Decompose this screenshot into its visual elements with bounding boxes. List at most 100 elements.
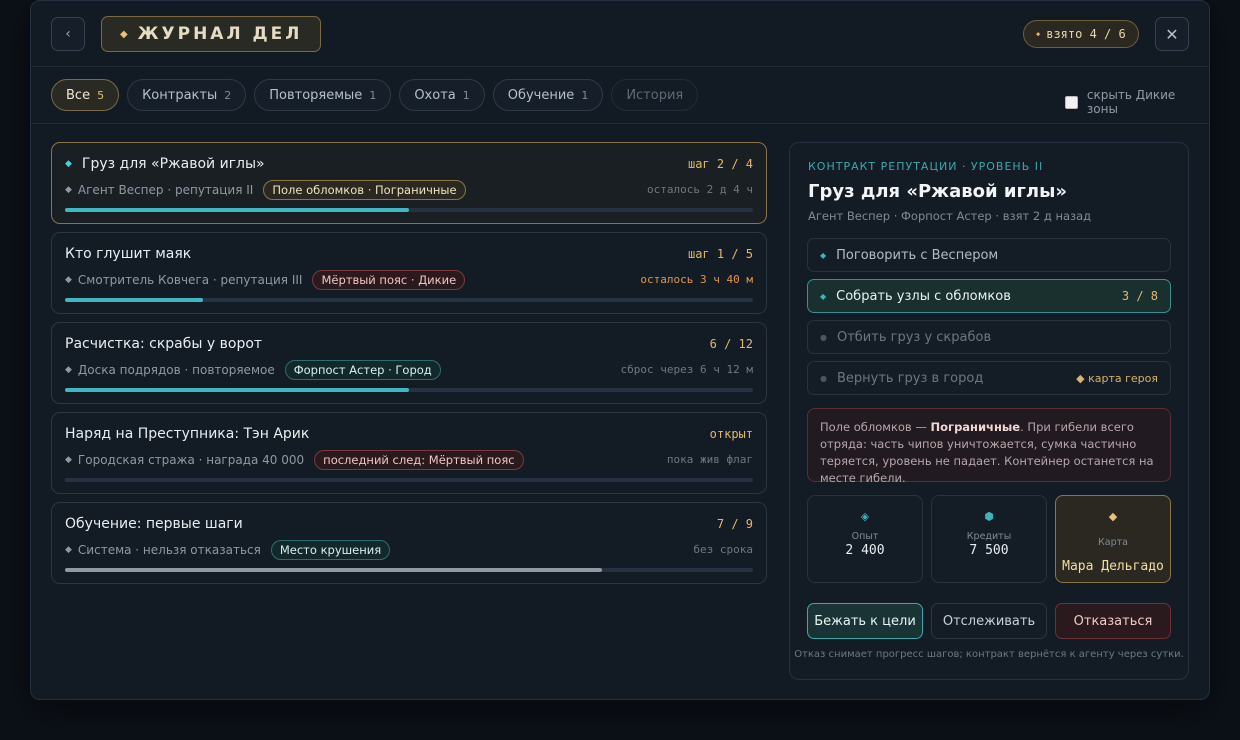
zone-tag: Мёртвый пояс · Дикие [312, 270, 466, 290]
tab-all[interactable]: Все 5 [51, 79, 120, 111]
journal-header: ‹ ◆ ЖУРНАЛ ДЕЛ ◆ взято 4 / 6 ✕ [31, 1, 1209, 67]
bullet-diamond-icon: ◆ [65, 275, 72, 285]
quest-step: 6 / 12 [709, 337, 753, 351]
quest-step-item[interactable]: ● Отбить груз у скрабов [807, 320, 1171, 354]
hide-wild-zones-label: скрыть Дикие зоны [1086, 88, 1176, 116]
track-button[interactable]: Отслеживать [931, 603, 1047, 639]
step-label: Отбить груз у скрабов [836, 329, 992, 345]
hide-wild-zones-checkbox[interactable] [1065, 95, 1078, 109]
selected-diamond-icon: ◆ [65, 159, 72, 169]
abandon-footnote: Отказ снимает прогресс шагов; контракт в… [794, 649, 1184, 660]
tab-hunt[interactable]: Охота 1 [399, 79, 485, 111]
progress-fill [65, 388, 409, 392]
step-label: Вернуть груз в город [836, 370, 984, 386]
diamond-icon: ◆ [1036, 30, 1041, 38]
tab-count: 5 [97, 88, 105, 102]
reward-xp: ◈ Опыт 2 400 [807, 495, 923, 583]
reward-label: Карта [1098, 537, 1128, 548]
page-title: ЖУРНАЛ ДЕЛ [137, 24, 303, 44]
bullet-diamond-icon: ◆ [65, 185, 72, 195]
quest-title: Наряд на Преступника: Тэн Арик [65, 426, 310, 442]
tab-repeatable[interactable]: Повторяемые 1 [254, 79, 392, 111]
quest-card[interactable]: Расчистка: скрабы у ворот 6 / 12 ◆ Доска … [51, 322, 767, 404]
quest-timer: без срока [693, 543, 753, 556]
quest-title: Расчистка: скрабы у ворот [65, 336, 263, 352]
rewards: ◈ Опыт 2 400 ⬢ Кредиты 7 500 ◆ Карта Мар… [807, 495, 1171, 583]
tab-label: История [626, 87, 684, 103]
journal-title-box: ◆ ЖУРНАЛ ДЕЛ [101, 16, 322, 52]
detail-subtitle: Агент Веспер · Форпост Астер · взят 2 д … [808, 209, 1092, 223]
bullet-diamond-icon: ◆ [65, 545, 72, 555]
reward-value: 2 400 [845, 543, 885, 558]
tab-training[interactable]: Обучение 1 [492, 79, 604, 111]
zone-tag: Поле обломков · Пограничные [263, 180, 466, 200]
quest-timer: осталось 2 д 4 ч [647, 183, 753, 196]
quest-step-item[interactable]: ◆ Собрать узлы с обломков 3 / 8 [807, 279, 1171, 313]
quest-giver: Доска подрядов · повторяемое [77, 363, 275, 377]
tab-count: 1 [462, 88, 470, 102]
reward-label: Опыт [851, 531, 879, 542]
warning-prefix: Поле обломков — [820, 420, 931, 434]
quest-giver: Система · нельзя отказаться [77, 543, 261, 557]
detail-kicker: КОНТРАКТ РЕПУТАЦИИ · УРОВЕНЬ II [808, 160, 1044, 173]
step-label: Поговорить с Веспером [836, 247, 999, 263]
reward-label: Кредиты [966, 531, 1012, 542]
quest-timer: сброс через 6 ч 12 м [620, 363, 753, 376]
tab-contracts[interactable]: Контракты 2 [127, 79, 247, 111]
diamond-icon: ◆ [120, 28, 128, 40]
quest-title: Обучение: первые шаги [65, 516, 243, 532]
quest-journal-window: ‹ ◆ ЖУРНАЛ ДЕЛ ◆ взято 4 / 6 ✕ Все 5 Конт… [30, 0, 1210, 700]
filter-tabs: Все 5 Контракты 2 Повторяемые 1 Охота 1 Обуч… [51, 79, 699, 111]
tab-label: Повторяемые [269, 87, 363, 103]
tab-history[interactable]: История [611, 79, 699, 111]
bullet-diamond-icon: ◆ [65, 455, 72, 465]
back-button[interactable]: ‹ [51, 17, 85, 51]
quest-giver: Смотритель Ковчега · репутация III [77, 273, 303, 287]
hero-card-note-label: карта героя [1088, 371, 1158, 385]
credits-hex-icon: ⬢ [984, 510, 994, 523]
quest-card[interactable]: ◆ Груз для «Ржавой иглы» шаг 2 / 4 ◆ Агент… [51, 142, 767, 224]
quest-step: 7 / 9 [716, 517, 753, 531]
warning-zone-type: Пограничные [930, 420, 1021, 434]
quest-progress-bar [65, 568, 753, 572]
abandon-button[interactable]: Отказаться [1055, 603, 1171, 639]
death-penalty-warning: Поле обломков — Пограничные. При гибели … [807, 408, 1171, 485]
reward-value: 7 500 [969, 543, 1009, 558]
step-count: 3 / 8 [1121, 289, 1158, 303]
taken-counter-label: взято 4 / 6 [1046, 27, 1126, 41]
close-icon: ✕ [1165, 24, 1179, 44]
quest-progress-bar [65, 208, 753, 212]
quest-step: шаг 1 / 5 [687, 247, 753, 261]
quest-step: открыт [709, 427, 753, 441]
quest-card[interactable]: Наряд на Преступника: Тэн Арик открыт ◆ Г… [51, 412, 767, 494]
tab-label: Охота [414, 87, 456, 103]
quest-timer: осталось 3 ч 40 м [640, 273, 753, 286]
hide-wild-zones-toggle[interactable]: скрыть Дикие зоны [1065, 88, 1209, 116]
reward-value: Мара Дельгадо [1062, 559, 1164, 574]
quest-step-item[interactable]: ◆ Поговорить с Веспером [807, 238, 1171, 272]
divider [31, 123, 1209, 124]
hero-card-note: ◆ карта героя [1076, 372, 1158, 385]
tab-label: Обучение [507, 87, 575, 103]
close-button[interactable]: ✕ [1155, 17, 1189, 51]
quest-title: Груз для «Ржавой иглы» [81, 156, 265, 172]
quest-card[interactable]: Обучение: первые шаги 7 / 9 ◆ Система · н… [51, 502, 767, 584]
reward-card[interactable]: ◆ Карта Мара Дельгадо [1055, 495, 1171, 583]
quest-step-item[interactable]: ● Вернуть груз в город ◆ карта героя [807, 361, 1171, 395]
quest-step: шаг 2 / 4 [687, 157, 753, 171]
quest-progress-bar [65, 298, 753, 302]
diamond-icon: ◆ [1076, 371, 1089, 385]
card-diamond-icon: ◆ [1108, 510, 1118, 523]
quest-giver: Агент Веспер · репутация II [77, 183, 254, 197]
tab-label: Контракты [142, 87, 218, 103]
tab-label: Все [66, 87, 91, 103]
detail-actions: Бежать к цели Отслеживать Отказаться [807, 603, 1171, 639]
step-dot-icon: ● [820, 373, 827, 383]
zone-tag: Форпост Астер · Город [284, 360, 441, 380]
quest-giver: Городская стража · награда 40 000 [77, 453, 305, 467]
quest-card[interactable]: Кто глушит маяк шаг 1 / 5 ◆ Смотритель Ко… [51, 232, 767, 314]
step-diamond-icon: ◆ [820, 250, 827, 260]
go-to-target-button[interactable]: Бежать к цели [807, 603, 923, 639]
tab-count: 2 [224, 88, 232, 102]
detail-title: Груз для «Ржавой иглы» [808, 181, 1067, 202]
